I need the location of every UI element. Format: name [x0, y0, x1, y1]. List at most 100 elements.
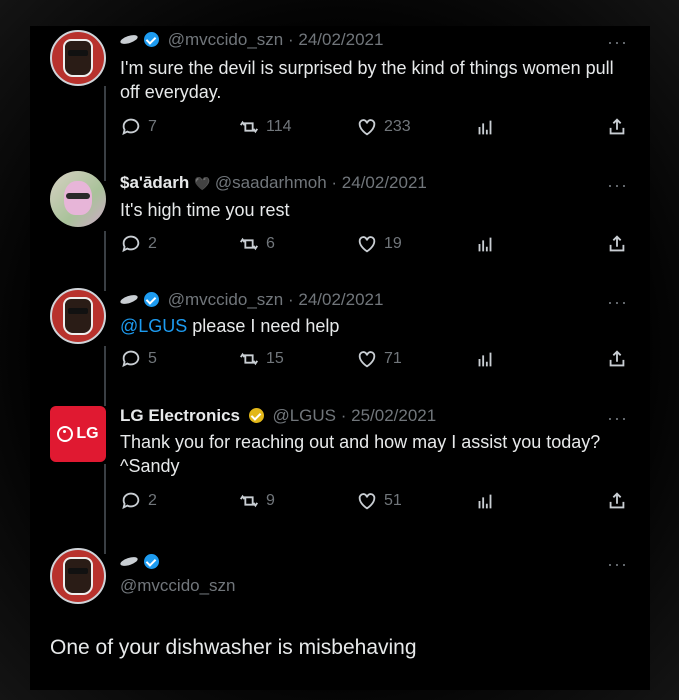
more-icon[interactable]: ··· [607, 175, 628, 196]
like-button[interactable]: 19 [356, 233, 402, 255]
display-name[interactable]: LG Electronics [120, 406, 240, 425]
more-icon[interactable]: ··· [607, 32, 628, 53]
reply-count: 2 [148, 235, 157, 252]
reply-button[interactable]: 2 [120, 490, 157, 512]
like-count: 233 [384, 118, 411, 135]
display-name[interactable]: $a'ādarh [120, 173, 189, 192]
thread-line [104, 346, 106, 406]
ufo-emoji-icon [119, 33, 139, 46]
share-icon [609, 350, 625, 367]
thread-line [104, 86, 106, 181]
reply-icon [122, 235, 140, 253]
reply-count: 5 [148, 350, 157, 367]
avatar[interactable] [50, 548, 106, 604]
views-icon [478, 120, 492, 135]
retweet-icon [239, 352, 259, 366]
main-tweet-text: One of your dishwasher is misbehaving [50, 636, 417, 659]
ufo-emoji-icon [119, 555, 139, 568]
reply-button[interactable]: 7 [120, 116, 157, 138]
views-button[interactable] [474, 116, 496, 138]
views-button[interactable] [474, 490, 496, 512]
share-button[interactable] [606, 490, 628, 512]
retweet-icon [239, 120, 259, 134]
share-icon [609, 235, 625, 252]
share-icon [609, 492, 625, 509]
like-icon [358, 493, 376, 510]
like-icon [358, 236, 376, 253]
user-handle[interactable]: @mvccido_szn [168, 30, 284, 49]
ufo-emoji-icon [119, 293, 139, 306]
mention-link[interactable]: @LGUS [120, 316, 187, 336]
verified-badge-icon [144, 554, 159, 569]
user-handle[interactable]: @mvccido_szn [168, 290, 284, 309]
share-button[interactable] [606, 116, 628, 138]
tweet-text-rest: please I need help [187, 316, 340, 336]
tweet-text: It's high time you rest [120, 200, 290, 220]
like-button[interactable]: 71 [356, 348, 402, 370]
tweet-header: $a'ādarh 🖤 @saadarhmoh · 24/02/2021 [120, 173, 427, 193]
tweet-date[interactable]: · 24/02/2021 [288, 30, 383, 49]
user-handle[interactable]: @mvccido_szn [120, 576, 236, 596]
avatar[interactable] [50, 171, 106, 227]
lg-logo-avatar[interactable]: LG [50, 406, 106, 462]
retweet-count: 15 [266, 350, 284, 367]
retweet-count: 6 [266, 235, 275, 252]
views-button[interactable] [474, 348, 496, 370]
tweet-date[interactable]: · 25/02/2021 [341, 406, 436, 425]
tweet-header: LG Electronics @LGUS · 25/02/2021 [120, 406, 436, 426]
like-count: 51 [384, 492, 402, 509]
tweet-date[interactable]: · 24/02/2021 [288, 290, 383, 309]
retweet-icon [239, 237, 259, 251]
more-icon[interactable]: ··· [607, 408, 628, 429]
like-count: 71 [384, 350, 402, 367]
retweet-button[interactable]: 9 [238, 490, 275, 512]
retweet-button[interactable]: 114 [238, 116, 292, 138]
black-heart-emoji-icon: 🖤 [193, 176, 211, 191]
avatar[interactable] [50, 30, 106, 86]
like-count: 19 [384, 235, 402, 252]
thread-line [104, 464, 106, 554]
retweet-icon [239, 494, 259, 508]
tweet-header [119, 552, 163, 572]
share-button[interactable] [606, 348, 628, 370]
like-button[interactable]: 51 [356, 490, 402, 512]
views-button[interactable] [474, 233, 496, 255]
reply-button[interactable]: 2 [120, 233, 157, 255]
retweet-count: 114 [266, 118, 292, 135]
more-icon[interactable]: ··· [607, 292, 628, 313]
reply-icon [122, 350, 140, 368]
user-handle[interactable]: @saadarhmoh [215, 173, 327, 192]
tweet-actions: 7 114 233 [120, 116, 630, 140]
lg-face-logo-icon [57, 426, 74, 442]
verified-business-badge-icon [248, 408, 264, 423]
tweet-date[interactable]: · 24/02/2021 [331, 173, 426, 192]
tweet-actions: 2 9 51 [120, 490, 630, 514]
tweet-text: @LGUS please I need help [120, 314, 630, 338]
screenshot-frame: @mvccido_szn · 24/02/2021 ··· I'm sure t… [0, 0, 679, 700]
tweet-header: @mvccido_szn · 24/02/2021 [119, 290, 383, 310]
views-icon [478, 352, 492, 367]
avatar-text: LG [76, 425, 99, 442]
reply-count: 2 [148, 492, 157, 509]
reply-button[interactable]: 5 [120, 348, 157, 370]
user-handle[interactable]: @LGUS [272, 406, 336, 425]
verified-badge-icon [144, 292, 159, 307]
tweet-header: @mvccido_szn · 24/02/2021 [119, 30, 383, 50]
share-icon [609, 118, 625, 135]
more-icon[interactable]: ··· [607, 554, 628, 575]
reply-icon [122, 118, 140, 136]
retweet-button[interactable]: 15 [238, 348, 284, 370]
tweet-text: Thank you for reaching out and how may I… [120, 432, 601, 476]
share-button[interactable] [606, 233, 628, 255]
like-icon [358, 119, 376, 136]
reply-icon [122, 492, 140, 510]
avatar[interactable] [50, 288, 106, 344]
views-icon [478, 494, 492, 509]
tweet-actions: 5 15 71 [120, 348, 630, 372]
views-icon [478, 237, 492, 252]
verified-badge-icon [144, 32, 159, 47]
retweet-count: 9 [266, 492, 275, 509]
tweet-text: I'm sure the devil is surprised by the k… [120, 58, 614, 102]
like-button[interactable]: 233 [356, 116, 411, 138]
retweet-button[interactable]: 6 [238, 233, 275, 255]
